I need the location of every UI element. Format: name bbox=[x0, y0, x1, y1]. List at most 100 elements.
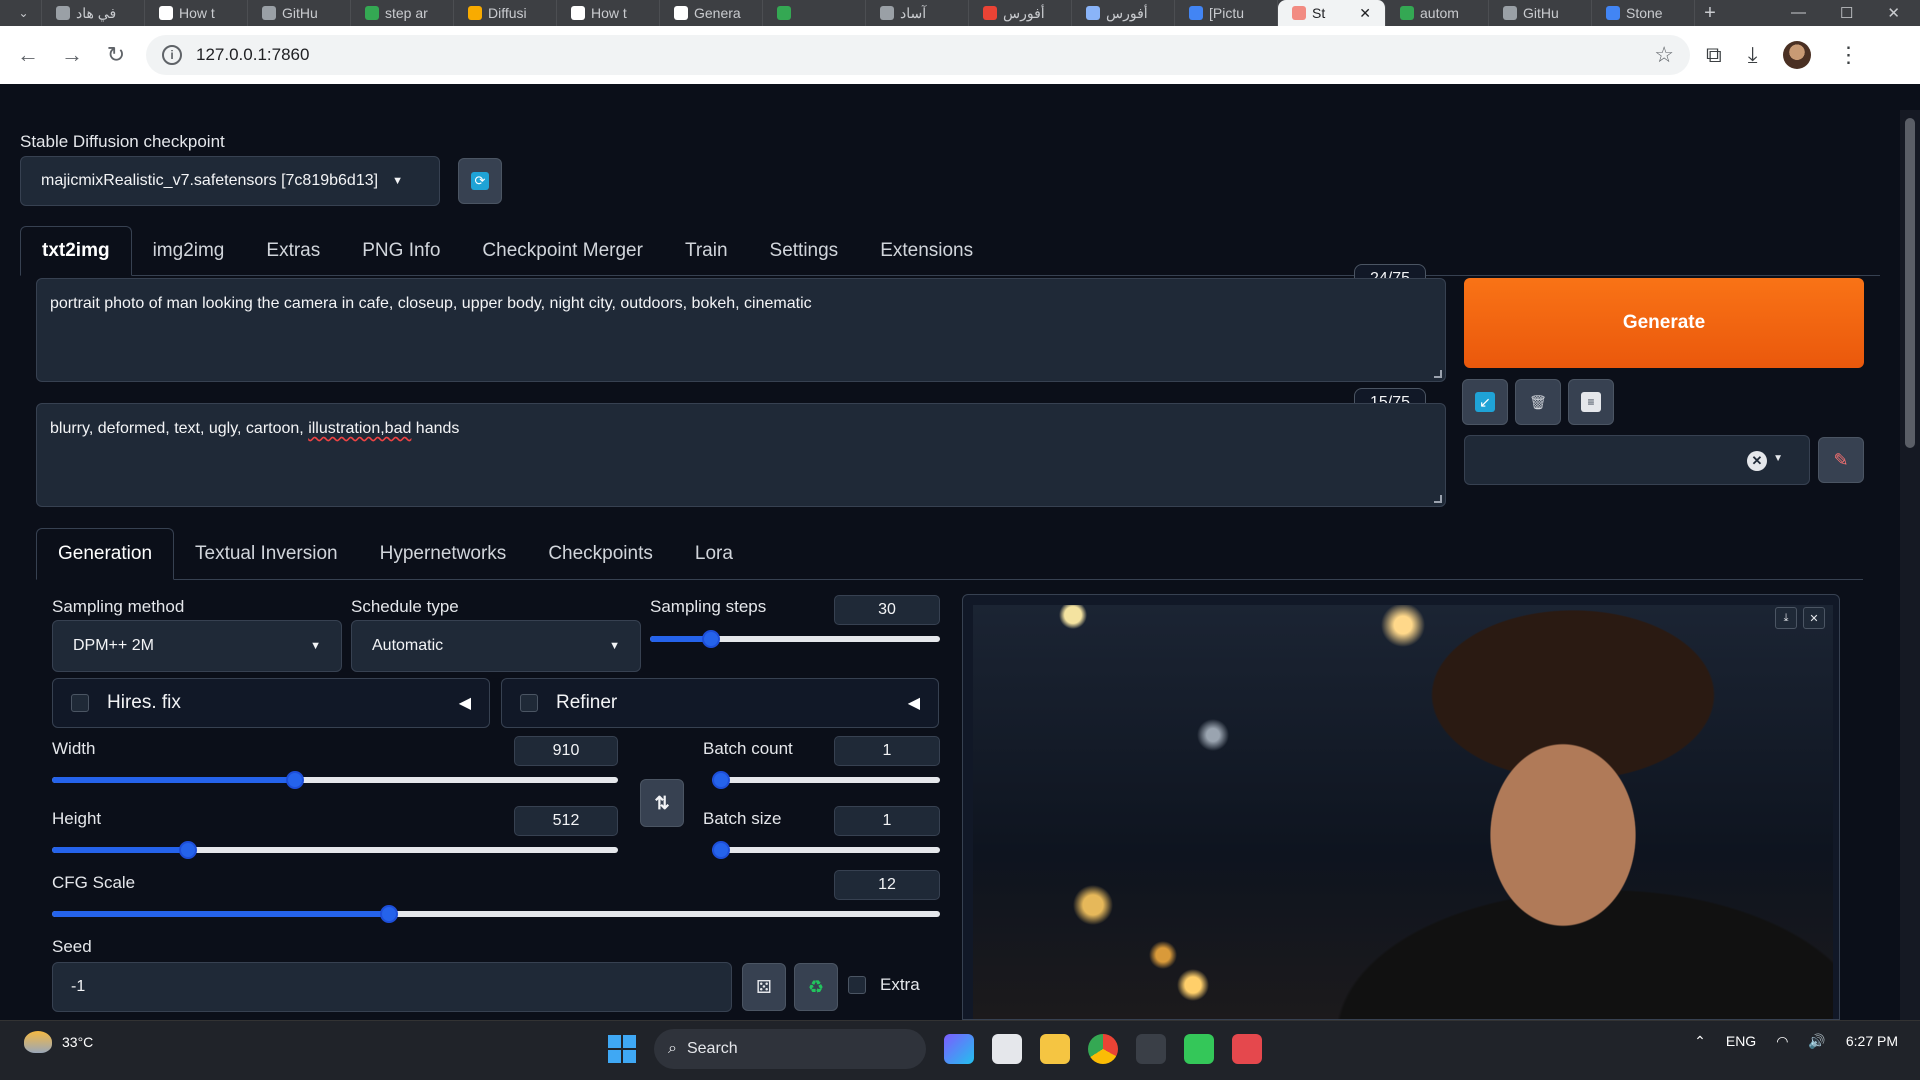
styles-dropdown[interactable]: ✕ ▼ bbox=[1464, 435, 1810, 485]
slider-handle[interactable] bbox=[712, 841, 730, 859]
wifi-icon[interactable]: ◠ bbox=[1776, 1033, 1788, 1050]
scrollbar-thumb[interactable] bbox=[1905, 118, 1915, 448]
browser-tab[interactable]: How t bbox=[557, 0, 660, 26]
negative-prompt-textarea[interactable]: blurry, deformed, text, ugly, cartoon, i… bbox=[36, 403, 1446, 507]
read-params-button[interactable]: ↙ bbox=[1462, 379, 1508, 425]
terminal-icon[interactable] bbox=[1136, 1034, 1166, 1064]
profile-avatar[interactable] bbox=[1783, 41, 1812, 69]
browser-tab[interactable]: Genera bbox=[660, 0, 763, 26]
back-button[interactable]: ← bbox=[6, 35, 50, 75]
taskbar-search[interactable]: ⌕ Search bbox=[654, 1029, 926, 1069]
clear-prompt-button[interactable]: 🗑 bbox=[1515, 379, 1561, 425]
minimize-icon[interactable]: — bbox=[1791, 4, 1806, 22]
apply-styles-button[interactable]: ≡ bbox=[1568, 379, 1614, 425]
sampling-steps-slider[interactable] bbox=[650, 629, 940, 649]
extra-seed-toggle[interactable]: Extra bbox=[848, 975, 920, 995]
cfg-scale-slider[interactable] bbox=[52, 904, 940, 924]
browser-tab[interactable]: في هاد bbox=[42, 0, 145, 26]
tab-extensions[interactable]: Extensions bbox=[859, 226, 994, 276]
swap-dimensions-button[interactable]: ⇅ bbox=[640, 779, 684, 827]
checkpoint-dropdown[interactable]: majicmixRealistic_v7.safetensors [7c819b… bbox=[20, 156, 440, 206]
collapse-triangle-icon[interactable]: ◀ bbox=[908, 693, 920, 713]
width-slider[interactable] bbox=[52, 770, 618, 790]
menu-kebab-icon[interactable]: ⋮ bbox=[1837, 42, 1859, 68]
tab-img2img[interactable]: img2img bbox=[132, 226, 246, 276]
reload-button[interactable]: ↻ bbox=[94, 35, 138, 75]
browser-tab[interactable]: Stone bbox=[1592, 0, 1695, 26]
tab-checkpoint-merger[interactable]: Checkpoint Merger bbox=[461, 226, 664, 276]
slider-handle[interactable] bbox=[178, 841, 197, 859]
download-icon[interactable]: ⤓ bbox=[1748, 42, 1758, 68]
url-text[interactable]: 127.0.0.1:7860 bbox=[196, 45, 1654, 65]
generated-image[interactable] bbox=[973, 605, 1833, 1019]
volume-icon[interactable]: 🔊 bbox=[1808, 1033, 1825, 1050]
slider-handle[interactable] bbox=[712, 771, 730, 789]
clear-icon[interactable]: ✕ bbox=[1747, 451, 1767, 471]
subtab-checkpoints[interactable]: Checkpoints bbox=[527, 528, 674, 580]
height-slider[interactable] bbox=[52, 840, 618, 860]
batch-count-slider[interactable] bbox=[712, 770, 940, 790]
refresh-checkpoint-button[interactable]: ⟳ bbox=[458, 158, 502, 204]
chrome-icon[interactable] bbox=[1088, 1034, 1118, 1064]
collapse-triangle-icon[interactable]: ◀ bbox=[459, 693, 471, 713]
clock[interactable]: 6:27 PM bbox=[1846, 1031, 1898, 1051]
seed-input[interactable]: -1 bbox=[52, 962, 732, 1012]
generate-button[interactable]: Generate bbox=[1464, 278, 1864, 368]
subtab-hypernetworks[interactable]: Hypernetworks bbox=[359, 528, 528, 580]
green-app-icon[interactable] bbox=[1184, 1034, 1214, 1064]
hires-fix-checkbox[interactable] bbox=[71, 694, 89, 712]
refiner-checkbox[interactable] bbox=[520, 694, 538, 712]
resize-handle[interactable] bbox=[1434, 370, 1442, 378]
start-button[interactable] bbox=[608, 1035, 636, 1063]
maximize-icon[interactable]: ☐ bbox=[1840, 4, 1853, 22]
red-app-icon[interactable] bbox=[1232, 1034, 1262, 1064]
slider-handle[interactable] bbox=[380, 905, 399, 923]
file-explorer-icon[interactable] bbox=[1040, 1034, 1070, 1064]
weather-widget[interactable]: 33°C bbox=[24, 1031, 93, 1053]
page-scrollbar[interactable] bbox=[1900, 110, 1920, 1020]
browser-tab[interactable]: GitHu bbox=[1489, 0, 1592, 26]
resize-handle[interactable] bbox=[1434, 495, 1442, 503]
close-window-icon[interactable]: ✕ bbox=[1887, 4, 1900, 22]
browser-tab[interactable]: Diffusi bbox=[454, 0, 557, 26]
height-input[interactable]: 512 bbox=[514, 806, 618, 836]
browser-tab[interactable]: [Pictu bbox=[1175, 0, 1278, 26]
edit-styles-button[interactable]: ✎ bbox=[1818, 437, 1864, 483]
close-image-icon[interactable]: ✕ bbox=[1803, 607, 1825, 629]
batch-size-input[interactable]: 1 bbox=[834, 806, 940, 836]
slider-handle[interactable] bbox=[286, 771, 305, 789]
schedule-type-dropdown[interactable]: Automatic ▼ bbox=[351, 620, 641, 672]
prompt-textarea[interactable]: portrait photo of man looking the camera… bbox=[36, 278, 1446, 382]
browser-tab[interactable]: How t bbox=[145, 0, 248, 26]
batch-count-input[interactable]: 1 bbox=[834, 736, 940, 766]
browser-tab[interactable]: أفورس bbox=[969, 0, 1072, 26]
browser-tab[interactable]: أفورس bbox=[1072, 0, 1175, 26]
browser-tab[interactable] bbox=[763, 0, 866, 26]
tab-search-button[interactable]: ⌄ bbox=[6, 0, 42, 26]
task-view-icon[interactable] bbox=[992, 1034, 1022, 1064]
width-input[interactable]: 910 bbox=[514, 736, 618, 766]
slider-handle[interactable] bbox=[701, 630, 720, 648]
language-indicator[interactable]: ENG bbox=[1726, 1033, 1756, 1049]
extensions-icon[interactable]: ⧉ bbox=[1706, 42, 1722, 68]
batch-size-slider[interactable] bbox=[712, 840, 940, 860]
bookmark-star-icon[interactable]: ☆ bbox=[1654, 42, 1674, 68]
browser-tab[interactable]: آساد bbox=[866, 0, 969, 26]
download-image-icon[interactable]: ⤓ bbox=[1775, 607, 1797, 629]
hires-fix-accordion[interactable]: Hires. fix ◀ bbox=[52, 678, 490, 728]
tab-settings[interactable]: Settings bbox=[749, 226, 860, 276]
cfg-scale-input[interactable]: 12 bbox=[834, 870, 940, 900]
subtab-generation[interactable]: Generation bbox=[36, 528, 175, 580]
random-seed-button[interactable]: ⚄ bbox=[742, 963, 786, 1011]
subtab-textual-inversion[interactable]: Textual Inversion bbox=[174, 528, 359, 580]
slider-track[interactable] bbox=[712, 847, 940, 853]
browser-tab[interactable]: step ar bbox=[351, 0, 454, 26]
site-info-icon[interactable]: i bbox=[162, 45, 182, 65]
tab-train[interactable]: Train bbox=[664, 226, 749, 276]
address-bar[interactable]: i 127.0.0.1:7860 ☆ bbox=[146, 35, 1690, 75]
subtab-lora[interactable]: Lora bbox=[674, 528, 754, 580]
browser-tab[interactable]: GitHu bbox=[248, 0, 351, 26]
refiner-accordion[interactable]: Refiner ◀ bbox=[501, 678, 939, 728]
sampling-steps-input[interactable]: 30 bbox=[834, 595, 940, 625]
reuse-seed-button[interactable]: ♻ bbox=[794, 963, 838, 1011]
